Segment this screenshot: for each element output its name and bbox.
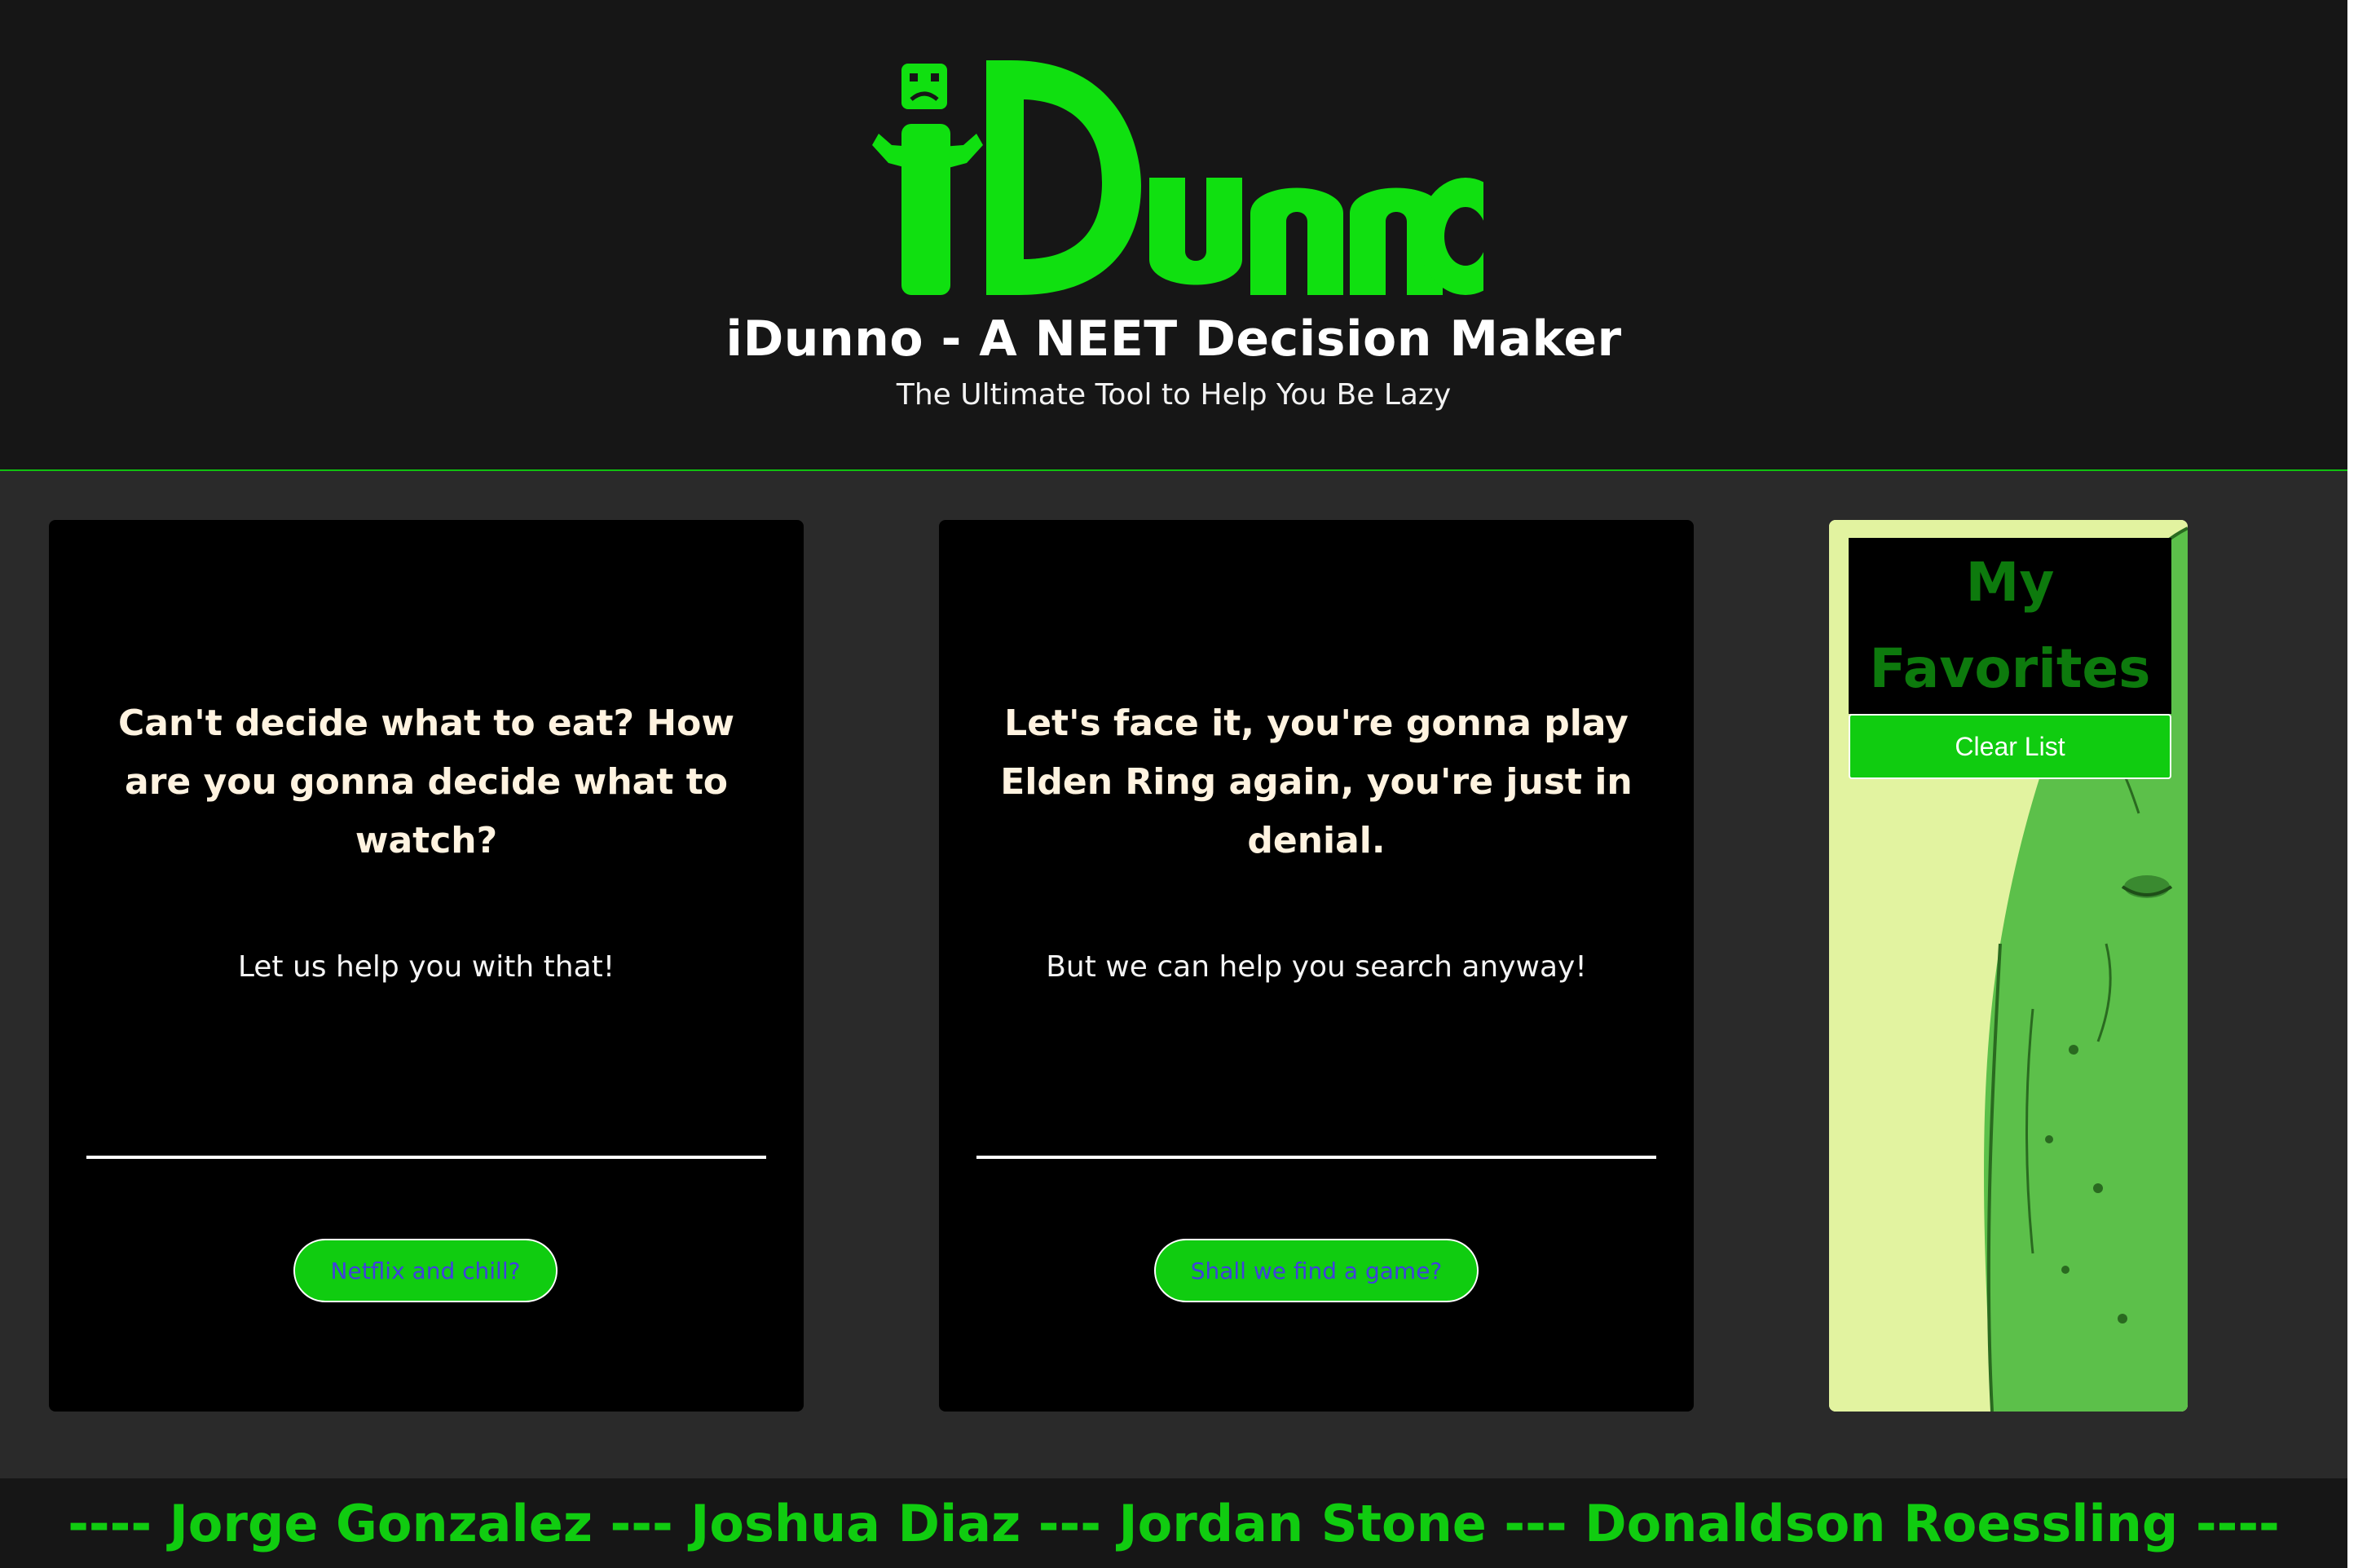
favorites-title: My Favorites <box>1849 538 2171 714</box>
favorites-panel: My Favorites Clear List <box>1829 520 2188 1412</box>
site-header: iDunno - A NEET Decision Maker The Ultim… <box>0 0 2347 471</box>
page-title: iDunno - A NEET Decision Maker <box>725 311 1622 368</box>
page-subtitle: The Ultimate Tool to Help You Be Lazy <box>896 378 1452 412</box>
page: iDunno - A NEET Decision Maker The Ultim… <box>0 0 2347 1568</box>
movie-card-help-text: Let us help you with that! <box>237 950 615 984</box>
clear-list-button[interactable]: Clear List <box>1849 714 2171 779</box>
footer-credits: ---- Jorge Gonzalez --- Joshua Diaz --- … <box>68 1494 2280 1553</box>
game-card-question: Let's face it, you're gonna play Elden R… <box>1000 703 1633 861</box>
movie-card: Can't decide what to eat? How are you go… <box>49 520 804 1412</box>
game-card-help-text: But we can help you search anyway! <box>1046 950 1587 984</box>
site-footer: ---- Jorge Gonzalez --- Joshua Diaz --- … <box>0 1478 2347 1568</box>
game-search-input[interactable] <box>976 1120 1656 1159</box>
find-game-button[interactable]: Shall we find a game? <box>1154 1239 1479 1302</box>
netflix-button[interactable]: Netflix and chill? <box>293 1239 558 1302</box>
page-scrollbar[interactable] <box>2347 0 2367 1568</box>
movie-search-input[interactable] <box>86 1120 766 1159</box>
idunno-logo <box>872 60 1483 295</box>
game-card: Let's face it, you're gonna play Elden R… <box>939 520 1694 1412</box>
movie-card-question: Can't decide what to eat? How are you go… <box>118 703 734 861</box>
